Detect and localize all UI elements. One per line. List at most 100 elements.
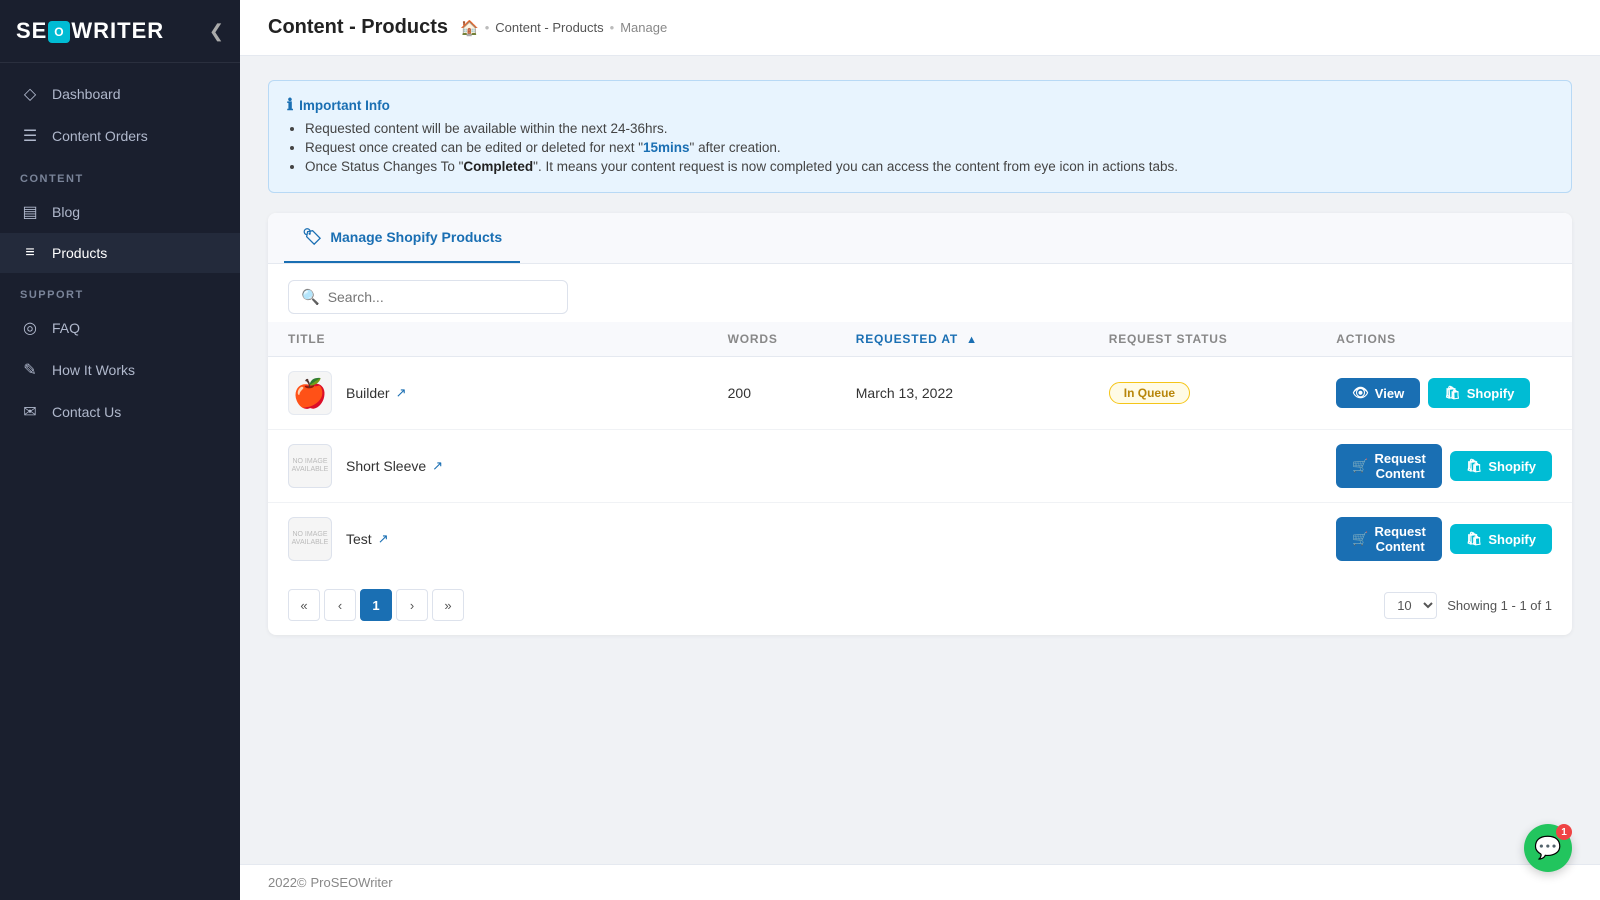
sidebar-item-blog[interactable]: ▤ Blog [0,191,240,233]
col-requested-at[interactable]: REQUESTED AT ▲ [836,322,1089,357]
products-icon: ≡ [20,244,40,262]
breadcrumb-sep2: • [610,20,615,35]
page-next-button[interactable]: › [396,589,428,621]
search-icon: 🔍 [301,288,320,306]
cell-date-test [836,503,1089,576]
table-row: NO IMAGEAVAILABLE Short Sleeve ↗ [268,430,1572,503]
sidebar-item-label: Content Orders [52,128,148,144]
faq-icon: ◎ [20,318,40,338]
cell-date-builder: March 13, 2022 [836,357,1089,430]
info-box-item-3: Once Status Changes To "Completed". It m… [305,159,1553,174]
shopify-icon: 🛍 [1466,458,1483,474]
cell-actions-builder: 👁 View 🛍 Shopify [1316,357,1572,430]
col-title: TITLE [268,322,708,357]
product-name-builder: Builder ↗ [346,385,407,401]
shopify-button[interactable]: 🛍 Shopify [1428,378,1530,408]
tag-icon: 🏷 [302,227,322,247]
tab-manage-shopify[interactable]: 🏷 Manage Shopify Products [284,213,520,263]
breadcrumb-manage: Manage [620,20,667,35]
cart-icon: 🛒 [1352,531,1368,547]
search-input[interactable] [328,289,555,305]
cell-words-short-sleeve [708,430,836,503]
chat-bubble[interactable]: 💬 1 [1524,824,1572,872]
topbar: Content - Products 🏠 • Content - Product… [240,0,1600,56]
breadcrumb-content-products: Content - Products [495,20,603,35]
shopify-button[interactable]: 🛍 Shopify [1450,451,1552,481]
product-image-builder: 🍎 [288,371,332,415]
page-last-button[interactable]: » [432,589,464,621]
pagination-row: « ‹ 1 › » 10 20 50 Showing 1 - 1 of 1 [268,575,1572,635]
product-name-short-sleeve: Short Sleeve ↗ [346,458,443,474]
main-content: Content - Products 🏠 • Content - Product… [240,0,1600,900]
sidebar-section-support: SUPPORT [0,273,240,307]
info-box-list: Requested content will be available with… [287,121,1553,174]
col-words: WORDS [708,322,836,357]
request-content-button[interactable]: 🛒 Request Content [1336,517,1442,561]
apple-icon: 🍎 [293,377,328,410]
external-link-icon[interactable]: ↗ [432,458,443,474]
tab-bar: 🏷 Manage Shopify Products [268,213,1572,264]
product-image-short-sleeve: NO IMAGEAVAILABLE [288,444,332,488]
sidebar-item-label: FAQ [52,320,80,336]
table-row: 🍎 Builder ↗ 200 March 13, 2022 In [268,357,1572,430]
home-icon: 🏠 [460,19,479,37]
shopify-icon: 🛍 [1466,531,1483,547]
contact-icon: ✉ [20,402,40,422]
sort-icon: ▲ [966,334,978,346]
shopify-button[interactable]: 🛍 Shopify [1450,524,1552,554]
sidebar-item-label: Contact Us [52,404,121,420]
no-image-text: NO IMAGEAVAILABLE [292,531,329,548]
per-page-select[interactable]: 10 20 50 [1384,592,1437,619]
cell-actions-test: 🛒 Request Content 🛍 Shopify [1316,503,1572,576]
sidebar-logo: SEOWRITER ❮ [0,0,240,63]
cell-status-short-sleeve [1089,430,1317,503]
chat-icon: 💬 [1534,835,1561,861]
search-input-wrap: 🔍 [288,280,568,314]
diamond-icon: ◇ [20,84,40,104]
product-name-test: Test ↗ [346,531,389,547]
page-first-button[interactable]: « [288,589,320,621]
page-title: Content - Products [268,16,448,39]
chat-badge: 1 [1556,824,1572,840]
cell-words-test [708,503,836,576]
external-link-icon[interactable]: ↗ [378,531,389,547]
sidebar-item-dashboard[interactable]: ◇ Dashboard [0,73,240,115]
status-badge-inqueue: In Queue [1109,382,1190,404]
no-image-text: NO IMAGEAVAILABLE [292,458,329,475]
cart-icon: 🛒 [1352,458,1368,474]
sidebar-nav: ◇ Dashboard ☰ Content Orders CONTENT ▤ B… [0,63,240,900]
sidebar: SEOWRITER ❮ ◇ Dashboard ☰ Content Orders… [0,0,240,900]
page-prev-button[interactable]: ‹ [324,589,356,621]
info-box: ℹ Important Info Requested content will … [268,80,1572,193]
breadcrumb: 🏠 • Content - Products • Manage [460,19,667,37]
info-box-item-2: Request once created can be edited or de… [305,140,1553,155]
sidebar-collapse-button[interactable]: ❮ [209,21,224,42]
sidebar-section-content: CONTENT [0,157,240,191]
sidebar-item-label: Products [52,245,107,261]
col-actions: ACTIONS [1316,322,1572,357]
eye-icon: 👁 [1352,385,1369,401]
sidebar-item-products[interactable]: ≡ Products [0,233,240,273]
sidebar-item-label: How It Works [52,362,135,378]
page-1-button[interactable]: 1 [360,589,392,621]
orders-icon: ☰ [20,126,40,146]
col-request-status: REQUEST STATUS [1089,322,1317,357]
sidebar-item-faq[interactable]: ◎ FAQ [0,307,240,349]
sidebar-item-contact-us[interactable]: ✉ Contact Us [0,391,240,433]
cell-status-test [1089,503,1317,576]
pagination: « ‹ 1 › » [288,589,464,621]
cell-words-builder: 200 [708,357,836,430]
table-row: NO IMAGEAVAILABLE Test ↗ [268,503,1572,576]
sidebar-item-how-it-works[interactable]: ✎ How It Works [0,349,240,391]
request-content-button[interactable]: 🛒 Request Content [1336,444,1442,488]
pagination-info: 10 20 50 Showing 1 - 1 of 1 [1384,592,1552,619]
external-link-icon[interactable]: ↗ [396,385,407,401]
footer-year: 2022© [268,875,307,890]
table-body: 🍎 Builder ↗ 200 March 13, 2022 In [268,357,1572,576]
cell-status-builder: In Queue [1089,357,1317,430]
sidebar-item-label: Dashboard [52,86,121,102]
footer-brand: ProSEOWriter [311,875,393,890]
view-button[interactable]: 👁 View [1336,378,1420,408]
info-icon: ℹ [287,95,293,115]
sidebar-item-content-orders[interactable]: ☰ Content Orders [0,115,240,157]
